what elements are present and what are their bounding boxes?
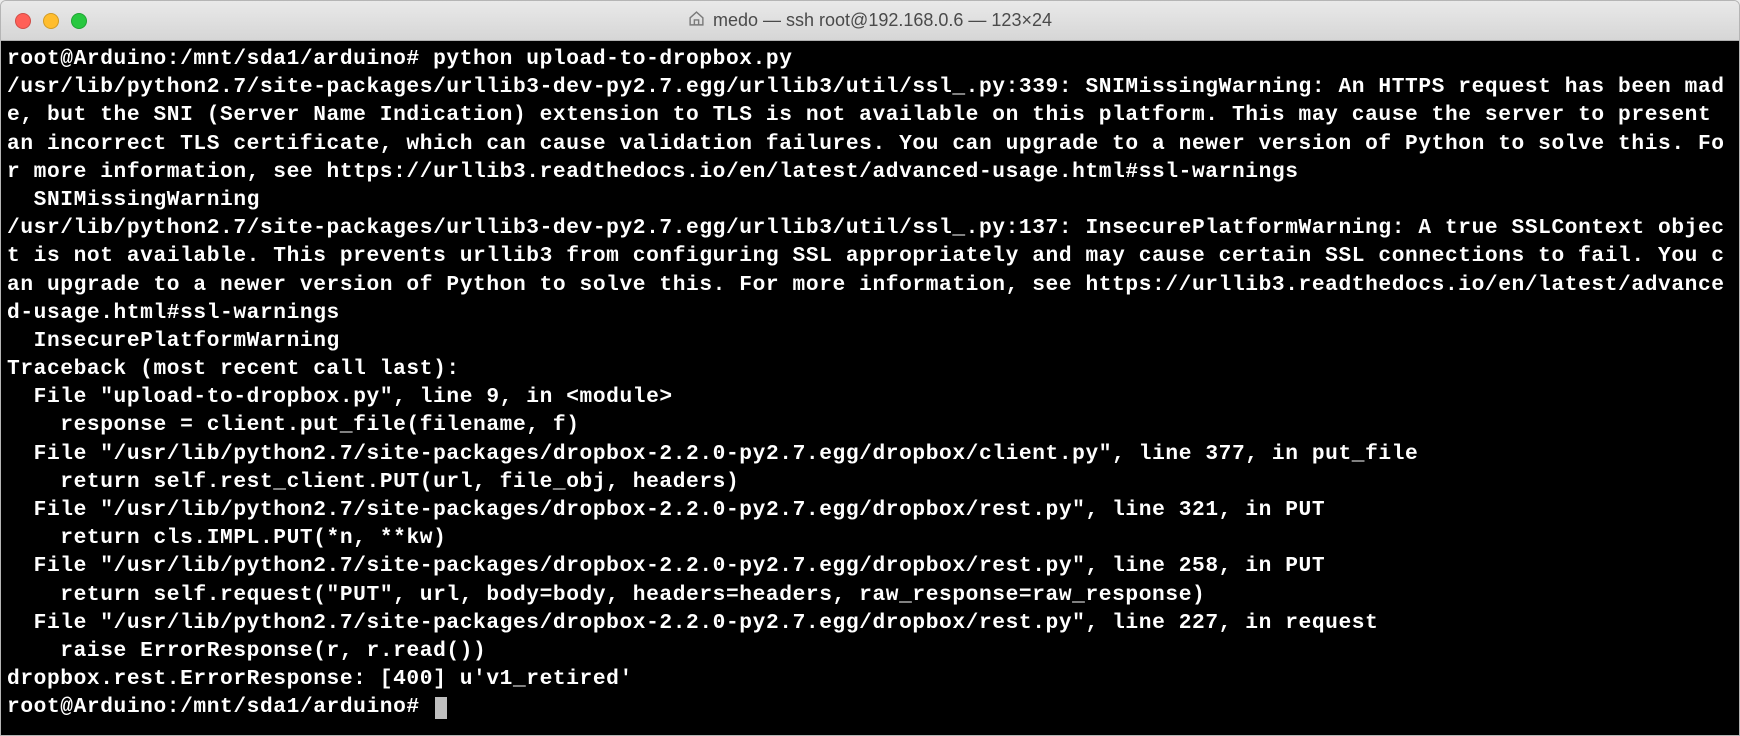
terminal-body[interactable]: root@Arduino:/mnt/sda1/arduino# python u… <box>1 41 1739 735</box>
close-button[interactable] <box>15 13 31 29</box>
home-icon <box>688 10 705 32</box>
traffic-lights <box>1 13 87 29</box>
cursor <box>435 697 447 719</box>
shell-prompt: root@Arduino:/mnt/sda1/arduino# <box>7 695 433 719</box>
window-title-wrap: medo — ssh root@192.168.0.6 — 123×24 <box>1 10 1739 32</box>
window-title: medo — ssh root@192.168.0.6 — 123×24 <box>713 10 1052 31</box>
terminal-output: root@Arduino:/mnt/sda1/arduino# python u… <box>7 47 1725 691</box>
zoom-button[interactable] <box>71 13 87 29</box>
titlebar: medo — ssh root@192.168.0.6 — 123×24 <box>1 1 1739 41</box>
terminal-window: medo — ssh root@192.168.0.6 — 123×24 roo… <box>0 0 1740 736</box>
minimize-button[interactable] <box>43 13 59 29</box>
